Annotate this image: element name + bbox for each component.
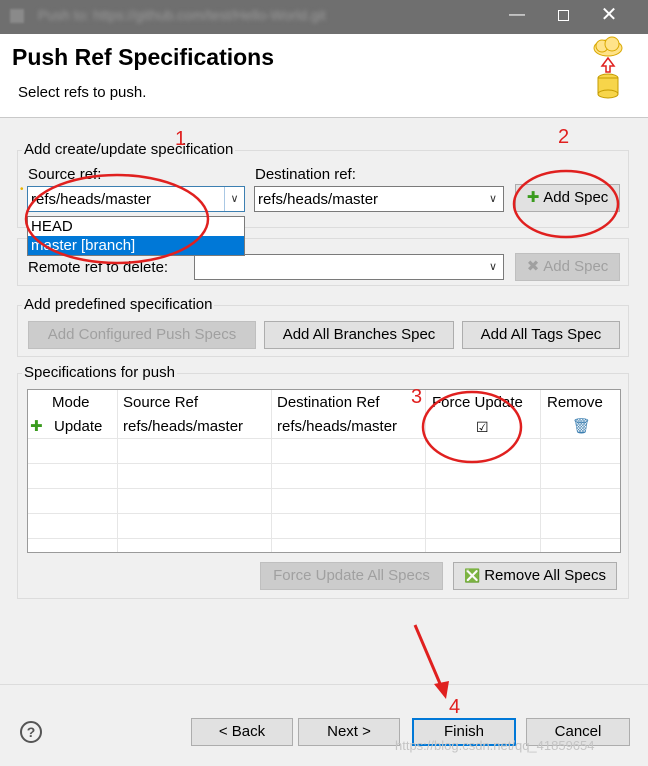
column-header-destination-ref[interactable]: Destination Ref: [277, 391, 380, 415]
annotation-number-3: 3: [411, 386, 423, 408]
dropdown-option-head[interactable]: HEAD: [28, 217, 244, 236]
column-header-remove[interactable]: Remove: [547, 391, 603, 415]
remove-all-specs-label: Remove All Specs: [484, 567, 606, 584]
row-source-ref[interactable]: refs/heads/master: [123, 415, 243, 439]
add-delete-spec-label: Add Spec: [543, 258, 609, 275]
maximize-icon: [557, 10, 569, 21]
delete-x-icon: ✖: [526, 258, 540, 275]
chevron-down-icon[interactable]: ∨: [483, 255, 503, 279]
page-title: Push Ref Specifications: [12, 44, 275, 70]
source-ref-combo[interactable]: refs/heads/master ∨: [27, 186, 245, 212]
annotation-number-2: 2: [558, 126, 570, 148]
source-ref-dropdown-list[interactable]: HEAD master [branch]: [27, 216, 245, 256]
source-ref-value: refs/heads/master: [31, 191, 152, 208]
row-destination-ref[interactable]: refs/heads/master: [277, 415, 397, 439]
next-button[interactable]: Next >: [298, 718, 400, 746]
info-marker-icon: •: [20, 184, 24, 195]
force-update-all-specs-button[interactable]: Force Update All Specs: [260, 562, 443, 590]
specifications-table: Mode Source Ref Destination Ref Force Up…: [27, 389, 621, 553]
create-update-legend: Add create/update specification: [22, 141, 236, 158]
row-mode[interactable]: Update: [54, 415, 102, 439]
window-title: Push to: https://github.com/test/Hello-W…: [38, 7, 326, 23]
destination-ref-value: refs/heads/master: [258, 191, 379, 208]
remote-ref-delete-combo[interactable]: ∨: [194, 254, 504, 280]
add-configured-push-specs-button[interactable]: Add Configured Push Specs: [28, 321, 256, 349]
page-subtitle: Select refs to push.: [18, 84, 147, 101]
app-icon: [10, 9, 24, 23]
annotation-number-4: 4: [449, 696, 461, 718]
column-header-force-update[interactable]: Force Update: [432, 391, 523, 415]
minimize-button[interactable]: —: [494, 0, 540, 32]
row-divider: [28, 463, 620, 464]
wizard-header: Push Ref Specifications Select refs to p…: [0, 34, 648, 118]
row-divider: [28, 488, 620, 489]
help-icon[interactable]: ?: [20, 721, 42, 743]
watermark: https://blog.csdn.net/qq_41859654: [395, 738, 595, 753]
column-divider: [540, 390, 541, 552]
specifications-legend: Specifications for push: [22, 364, 177, 381]
add-spec-button[interactable]: ✚ Add Spec: [515, 184, 620, 212]
back-button[interactable]: < Back: [191, 718, 293, 746]
source-ref-label: Source ref:: [28, 166, 102, 183]
remove-all-specs-button[interactable]: ❎ Remove All Specs: [453, 562, 617, 590]
maximize-button[interactable]: [540, 0, 586, 32]
add-all-branches-spec-button[interactable]: Add All Branches Spec: [264, 321, 454, 349]
row-divider: [28, 538, 620, 539]
column-divider: [117, 390, 118, 552]
predefined-legend: Add predefined specification: [22, 296, 215, 313]
chevron-down-icon[interactable]: ∨: [483, 187, 503, 211]
dropdown-option-master[interactable]: master [branch]: [28, 236, 244, 255]
column-divider: [425, 390, 426, 552]
remote-ref-delete-label: Remote ref to delete:: [28, 259, 169, 276]
plus-icon: ✚: [526, 189, 540, 206]
column-header-source-ref[interactable]: Source Ref: [123, 391, 198, 415]
chevron-down-icon[interactable]: ∨: [224, 187, 244, 211]
destination-ref-combo[interactable]: refs/heads/master ∨: [254, 186, 504, 212]
annotation-number-1: 1: [175, 128, 187, 150]
column-divider: [271, 390, 272, 552]
close-button[interactable]: ✕: [586, 0, 632, 32]
add-all-tags-spec-button[interactable]: Add All Tags Spec: [462, 321, 620, 349]
row-divider: [28, 513, 620, 514]
add-spec-label: Add Spec: [543, 189, 609, 206]
window-titlebar: Push to: https://github.com/test/Hello-W…: [0, 0, 648, 34]
push-cloud-icon: [593, 36, 623, 99]
add-row-icon: ✚: [30, 418, 43, 435]
trash-icon[interactable]: 🗑: [572, 415, 591, 439]
force-update-checkbox[interactable]: ☑: [476, 415, 489, 439]
add-delete-spec-button[interactable]: ✖ Add Spec: [515, 253, 620, 281]
remove-all-icon: ❎: [464, 568, 481, 583]
column-header-mode[interactable]: Mode: [52, 391, 90, 415]
destination-ref-label: Destination ref:: [255, 166, 356, 183]
